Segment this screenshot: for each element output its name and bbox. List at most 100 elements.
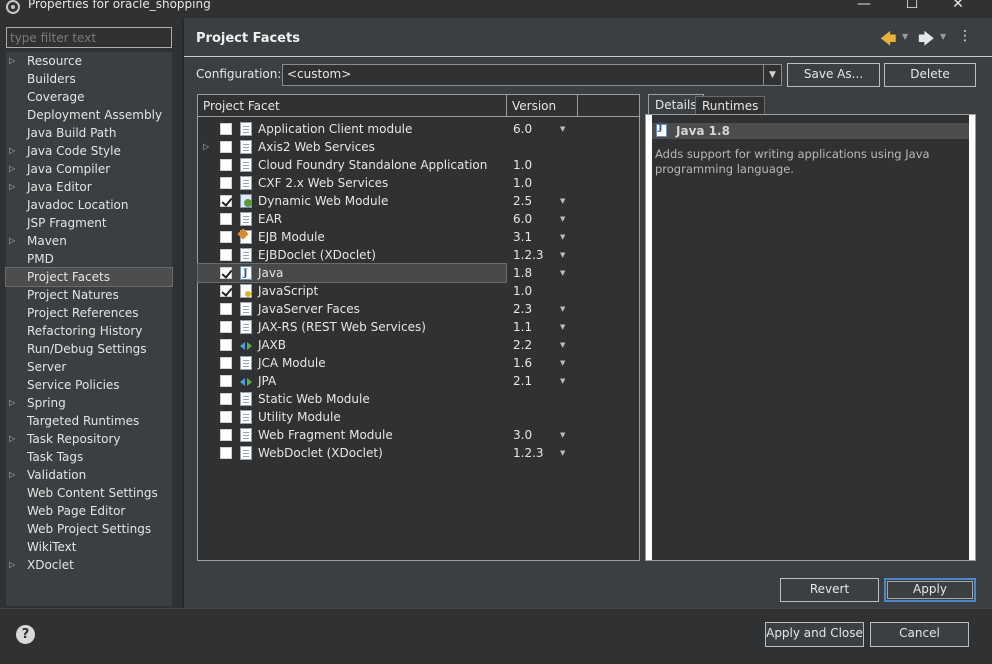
sidebar-item-validation[interactable]: ▷ Validation: [6, 466, 172, 484]
apply-button[interactable]: Apply: [884, 578, 976, 602]
table-row[interactable]: JavaServer Faces 2.3 ▼: [198, 300, 639, 318]
tab-runtimes[interactable]: Runtimes: [695, 96, 766, 115]
table-row[interactable]: Static Web Module: [198, 390, 639, 408]
facet-checkbox[interactable]: [220, 393, 232, 405]
help-icon[interactable]: [16, 625, 35, 644]
chevron-down-icon[interactable]: ▼: [560, 300, 565, 318]
close-button[interactable]: ✕: [946, 0, 970, 12]
facet-checkbox[interactable]: [220, 123, 232, 135]
facet-checkbox[interactable]: [220, 267, 232, 279]
sidebar-item-refactoring-history[interactable]: Refactoring History: [6, 322, 172, 340]
table-row[interactable]: Web Fragment Module 3.0 ▼: [198, 426, 639, 444]
sidebar-item-coverage[interactable]: Coverage: [6, 88, 172, 106]
arrow-right-icon[interactable]: 🡆: [918, 28, 935, 55]
facet-version[interactable]: 3.0: [513, 426, 532, 444]
sidebar-item-java-compiler[interactable]: ▷ Java Compiler: [6, 160, 172, 178]
sidebar-item-builders[interactable]: Builders: [6, 70, 172, 88]
sidebar-item-run-debug-settings[interactable]: Run/Debug Settings: [6, 340, 172, 358]
sidebar-item-jsp-fragment[interactable]: JSP Fragment: [6, 214, 172, 232]
facet-version[interactable]: 1.2.3: [513, 444, 544, 462]
column-header-version[interactable]: Version: [507, 95, 578, 117]
sidebar-item-javadoc-location[interactable]: Javadoc Location: [6, 196, 172, 214]
facet-checkbox[interactable]: [220, 195, 232, 207]
facet-version[interactable]: 2.2: [513, 336, 532, 354]
save-as-button[interactable]: Save As...: [787, 63, 880, 87]
expand-arrow-icon[interactable]: ▷: [9, 160, 15, 178]
facet-version[interactable]: 6.0: [513, 210, 532, 228]
expand-arrow-icon[interactable]: ▷: [9, 430, 15, 448]
sidebar-item-spring[interactable]: ▷ Spring: [6, 394, 172, 412]
facet-checkbox[interactable]: [220, 213, 232, 225]
facet-version[interactable]: 1.6: [513, 354, 532, 372]
table-row[interactable]: Dynamic Web Module 2.5 ▼: [198, 192, 639, 210]
vertical-ellipsis-icon[interactable]: ⋮: [958, 28, 972, 44]
table-row[interactable]: JAX-RS (REST Web Services) 1.1 ▼: [198, 318, 639, 336]
expand-arrow-icon[interactable]: ▷: [203, 138, 209, 156]
chevron-down-icon[interactable]: ▼: [560, 444, 565, 462]
sidebar-item-java-editor[interactable]: ▷ Java Editor: [6, 178, 172, 196]
facet-checkbox[interactable]: [220, 231, 232, 243]
facet-checkbox[interactable]: [220, 177, 232, 189]
facet-version[interactable]: 1.1: [513, 318, 532, 336]
facet-checkbox[interactable]: [220, 411, 232, 423]
revert-button[interactable]: Revert: [780, 578, 879, 602]
sidebar-item-service-policies[interactable]: Service Policies: [6, 376, 172, 394]
facet-version[interactable]: 1.8: [513, 264, 532, 282]
expand-arrow-icon[interactable]: ▷: [9, 178, 15, 196]
delete-button[interactable]: Delete: [884, 63, 976, 87]
sidebar-item-project-natures[interactable]: Project Natures: [6, 286, 172, 304]
sidebar-item-server[interactable]: Server: [6, 358, 172, 376]
facet-checkbox[interactable]: [220, 339, 232, 351]
cancel-button[interactable]: Cancel: [870, 622, 969, 647]
facet-checkbox[interactable]: [220, 321, 232, 333]
table-row[interactable]: Utility Module: [198, 408, 639, 426]
facet-version[interactable]: 1.0: [513, 156, 532, 174]
sidebar-item-resource[interactable]: ▷ Resource: [6, 52, 172, 70]
expand-arrow-icon[interactable]: ▷: [9, 142, 15, 160]
filter-input[interactable]: [6, 27, 172, 48]
expand-arrow-icon[interactable]: ▷: [9, 556, 15, 574]
chevron-down-icon[interactable]: ▼: [902, 32, 908, 41]
facet-checkbox[interactable]: [220, 141, 232, 153]
sidebar-item-task-tags[interactable]: Task Tags: [6, 448, 172, 466]
chevron-down-icon[interactable]: ▼: [940, 32, 946, 41]
table-row[interactable]: WebDoclet (XDoclet) 1.2.3 ▼: [198, 444, 639, 462]
table-row[interactable]: Cloud Foundry Standalone Application 1.0: [198, 156, 639, 174]
facet-checkbox[interactable]: [220, 429, 232, 441]
chevron-down-icon[interactable]: ▼: [560, 120, 565, 138]
expand-arrow-icon[interactable]: ▷: [9, 232, 15, 250]
sidebar-item-task-repository[interactable]: ▷ Task Repository: [6, 430, 172, 448]
table-row[interactable]: JavaScript 1.0: [198, 282, 639, 300]
maximize-button[interactable]: ☐: [900, 0, 924, 12]
chevron-down-icon[interactable]: ▼: [560, 228, 565, 246]
expand-arrow-icon[interactable]: ▷: [9, 394, 15, 412]
table-row[interactable]: Java 1.8 ▼: [197, 263, 639, 283]
chevron-down-icon[interactable]: ▼: [560, 354, 565, 372]
arrow-left-icon[interactable]: 🡄: [880, 28, 897, 55]
facet-checkbox[interactable]: [220, 303, 232, 315]
table-row[interactable]: JPA 2.1 ▼: [198, 372, 639, 390]
table-row[interactable]: EJBDoclet (XDoclet) 1.2.3 ▼: [198, 246, 639, 264]
chevron-down-icon[interactable]: ▼: [560, 192, 565, 210]
sidebar-item-pmd[interactable]: PMD: [6, 250, 172, 268]
facet-version[interactable]: 6.0: [513, 120, 532, 138]
chevron-down-icon[interactable]: ▼: [560, 246, 565, 264]
chevron-down-icon[interactable]: ▼: [560, 372, 565, 390]
sidebar-item-java-code-style[interactable]: ▷ Java Code Style: [6, 142, 172, 160]
sidebar-item-maven[interactable]: ▷ Maven: [6, 232, 172, 250]
facet-version[interactable]: 3.1: [513, 228, 532, 246]
apply-and-close-button[interactable]: Apply and Close: [765, 622, 864, 647]
table-row[interactable]: CXF 2.x Web Services 1.0: [198, 174, 639, 192]
sidebar-item-project-facets[interactable]: Project Facets: [5, 267, 173, 287]
sidebar-item-targeted-runtimes[interactable]: Targeted Runtimes: [6, 412, 172, 430]
sidebar-item-deployment-assembly[interactable]: Deployment Assembly: [6, 106, 172, 124]
table-row[interactable]: Application Client module 6.0 ▼: [198, 120, 639, 138]
facet-checkbox[interactable]: [220, 447, 232, 459]
configuration-select[interactable]: <custom> ▼: [282, 64, 782, 86]
facet-version[interactable]: 2.1: [513, 372, 532, 390]
facet-checkbox[interactable]: [220, 285, 232, 297]
chevron-down-icon[interactable]: ▼: [560, 318, 565, 336]
table-row[interactable]: EAR 6.0 ▼: [198, 210, 639, 228]
facet-checkbox[interactable]: [220, 357, 232, 369]
sidebar-item-web-content-settings[interactable]: Web Content Settings: [6, 484, 172, 502]
